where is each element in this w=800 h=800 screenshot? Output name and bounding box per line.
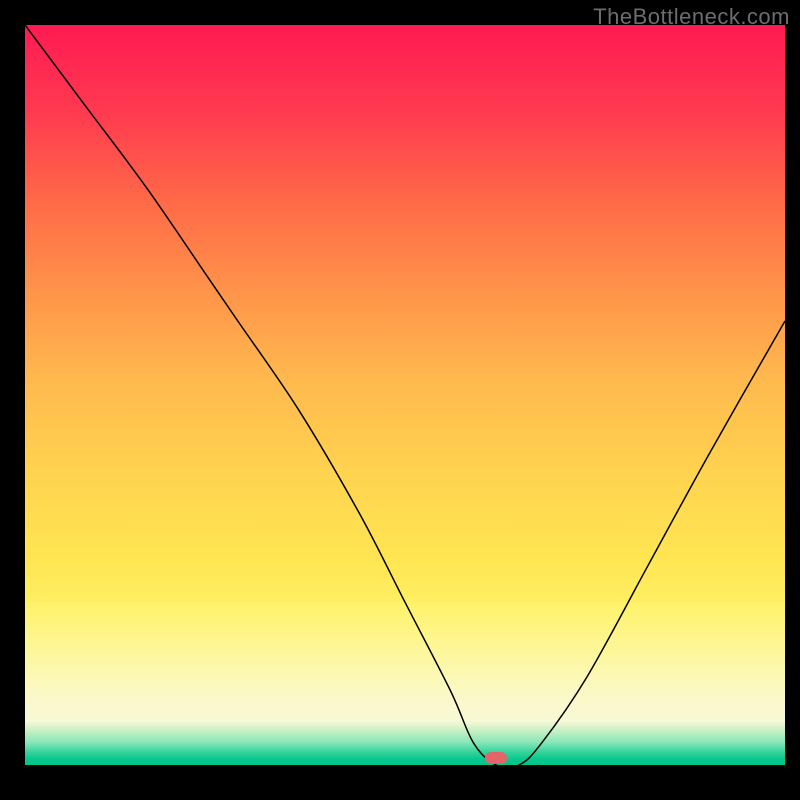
bottleneck-curve xyxy=(25,25,785,765)
curve-path xyxy=(25,25,785,765)
chart-frame: TheBottleneck.com xyxy=(0,0,800,800)
optimal-marker xyxy=(485,752,507,764)
plot-area xyxy=(25,25,785,765)
